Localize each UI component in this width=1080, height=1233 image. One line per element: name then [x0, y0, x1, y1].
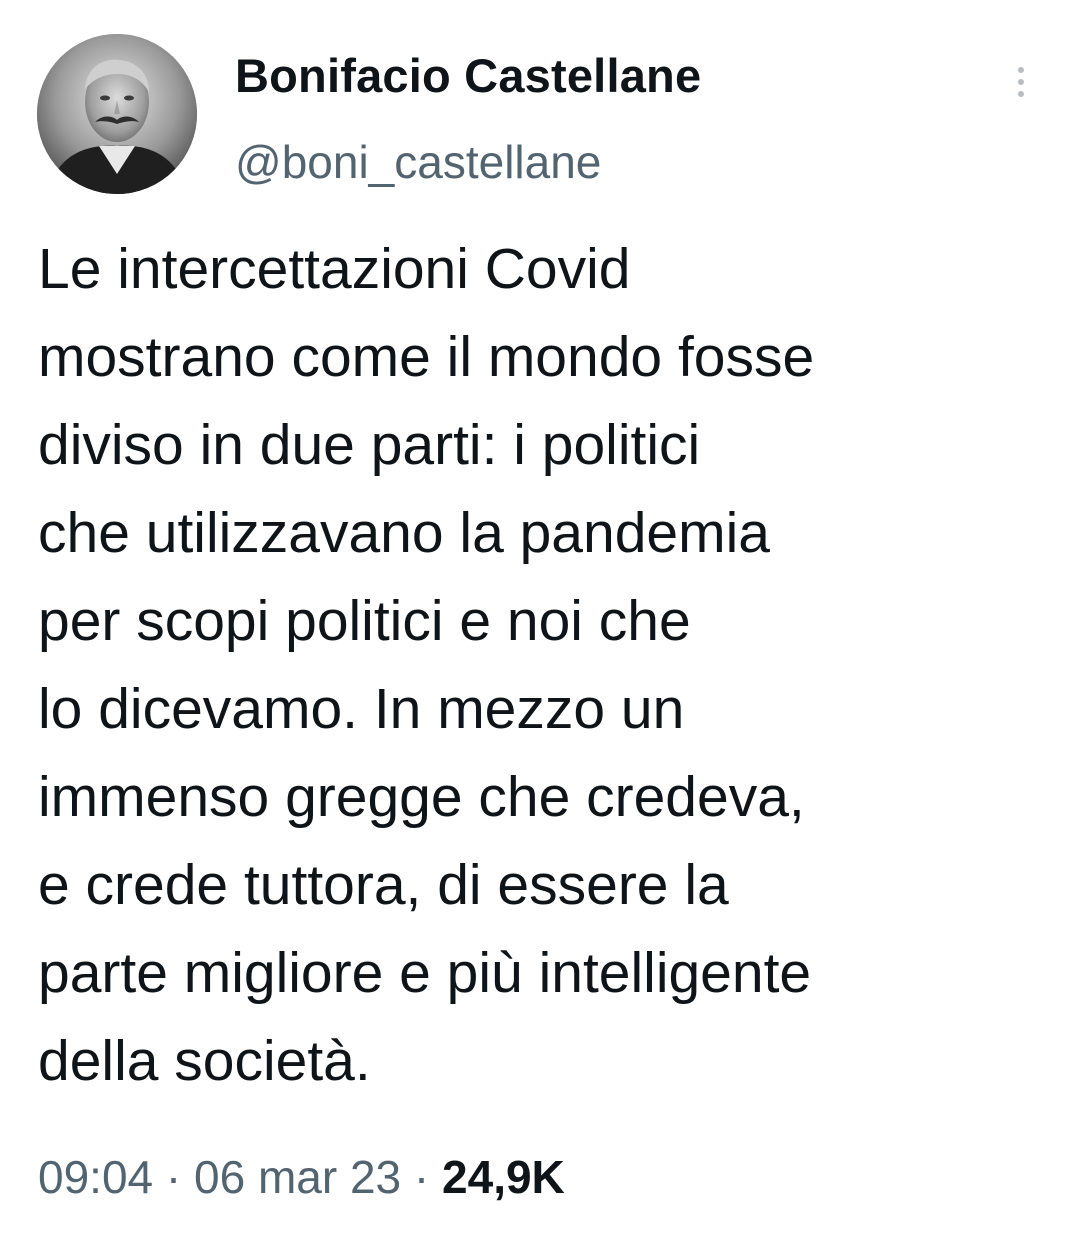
tweet-time[interactable]: 09:04: [38, 1151, 153, 1203]
tweet-text-line: lo dicevamo. In mezzo un: [38, 677, 685, 741]
tweet-text-line: e crede tuttora, di essere la: [38, 853, 729, 917]
meta-separator: ·: [401, 1151, 443, 1203]
meta-separator: ·: [153, 1151, 195, 1203]
tweet-views-count[interactable]: 24,9K: [442, 1151, 565, 1203]
author-display-name[interactable]: Bonifacio Castellane: [235, 48, 701, 103]
tweet-text-line: della società.: [38, 1029, 371, 1093]
tweet-text-line: immenso gregge che credeva,: [38, 765, 805, 829]
tweet-text-line: mostrano come il mondo fosse: [38, 325, 815, 389]
more-vertical-icon[interactable]: [1008, 62, 1034, 102]
author-handle[interactable]: @boni_castellane: [235, 135, 601, 189]
tweet-meta: 09:04 · 06 mar 23 · 24,9K: [38, 1150, 565, 1204]
author-avatar[interactable]: [37, 34, 197, 194]
tweet-text-line: parte migliore e più intelligente: [38, 941, 812, 1005]
tweet-text-line: Le intercettazioni Covid: [38, 237, 631, 301]
avatar-portrait-icon: [37, 34, 197, 194]
tweet-text-line: diviso in due parti: i politici: [38, 413, 701, 477]
tweet-text-line: che utilizzavano la pandemia: [38, 501, 770, 565]
tweet-text: Le intercettazioni Covid mostrano come i…: [38, 225, 1058, 1105]
tweet-text-line: per scopi politici e noi che: [38, 589, 691, 653]
tweet-date[interactable]: 06 mar 23: [194, 1151, 401, 1203]
tweet-card: Bonifacio Castellane @boni_castellane Le…: [0, 0, 1080, 1233]
